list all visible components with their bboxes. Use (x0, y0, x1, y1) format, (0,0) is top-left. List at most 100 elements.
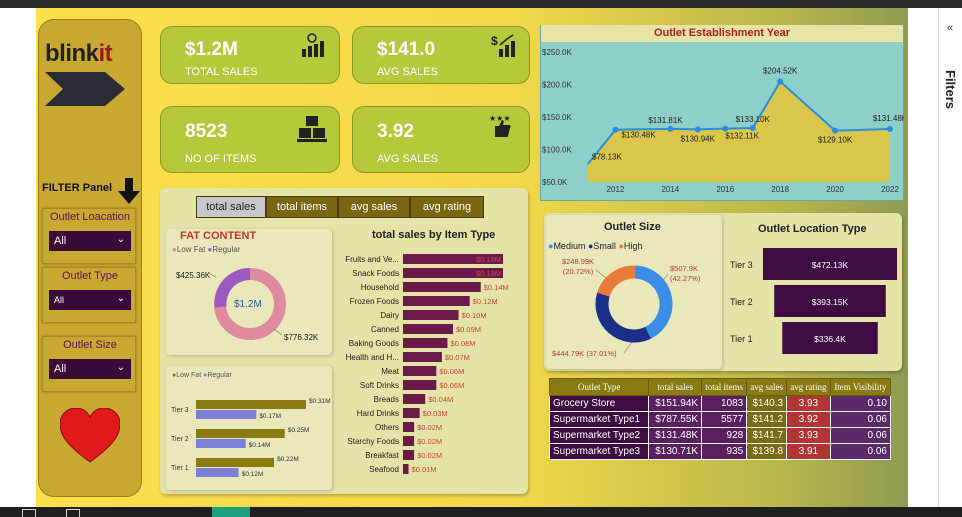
item-type-tick-label: Frozen Foods (350, 297, 399, 306)
year-data-point (887, 126, 893, 133)
tier-bar-low-fat (196, 429, 285, 438)
item-type-data-label: $0.08M (450, 339, 475, 348)
item-type-tick-label: Snack Foods (352, 269, 399, 278)
donut-slice-regular (221, 268, 251, 290)
year-data-label: $204.52K (763, 67, 798, 76)
double-chevron-left-icon[interactable]: « (947, 22, 953, 34)
item-type-bar (403, 338, 448, 348)
dollar-growth-icon: $ (491, 34, 515, 57)
table-row: Grocery Store $151.94K 1083 $140.3 3.93 … (548, 395, 892, 412)
col-avg-rating[interactable]: avg rating (786, 378, 831, 396)
svg-text:★★★: ★★★ (489, 114, 511, 123)
tab-avg-sales[interactable]: avg sales (338, 196, 410, 218)
outlet-size-donut: $248.99K(20.72%) $507.9K(42.27%) $444.79K … (552, 257, 701, 358)
outlet-size-label-medium: $507.9K (670, 264, 698, 273)
kpi-avg-sales: $141.0 AVG SALES $ (352, 26, 530, 84)
slicer-outlet-size-dropdown[interactable]: All ⌄ (49, 359, 131, 379)
location-data-label: $393.15K (812, 297, 849, 307)
slicer-outlet-type-dropdown[interactable]: All ⌄ (49, 290, 131, 310)
chevron-down-icon: ⌄ (116, 293, 125, 304)
outlet-size-label-high: $248.99K (562, 257, 594, 266)
item-type-bar (403, 366, 437, 376)
location-tick-label: Tier 3 (730, 260, 753, 270)
item-type-tick-label: Soft Drinks (360, 381, 399, 390)
tier-tick-label: Tier 3 (171, 407, 189, 414)
tab-avg-rating[interactable]: avg rating (410, 196, 484, 218)
heart-icon (60, 408, 120, 463)
year-y-tick-label: $50.0K (542, 178, 568, 187)
item-type-tick-label: Fruits and Ve... (345, 255, 399, 264)
item-type-bar (403, 296, 470, 306)
col-total-sales[interactable]: total sales (648, 378, 703, 396)
boxes-icon (297, 116, 327, 142)
chevron-arrow-icon (45, 72, 125, 106)
year-data-label: $130.94K (681, 134, 716, 143)
item-type-data-label: $0.02M (417, 451, 442, 460)
chevron-down-icon: ⌄ (116, 362, 125, 373)
tab-total-sales[interactable]: total sales (196, 196, 266, 218)
tier-regular-label: $0.12M (242, 471, 264, 478)
establishment-year-title: Outlet Establishment Year (653, 27, 791, 39)
slicer-outlet-location-dropdown[interactable]: All ⌄ (49, 231, 131, 251)
tier-bar-regular (196, 410, 257, 419)
item-type-data-label: $0.12M (473, 297, 498, 306)
page-nav-icon[interactable] (66, 509, 80, 517)
page-tab[interactable] (212, 507, 250, 517)
chevron-down-icon: ⌄ (116, 234, 125, 245)
outlet-size-slice-high (597, 265, 636, 297)
outlet-size-legend: ●Medium ●Small ●High (548, 241, 643, 251)
page-nav-icon[interactable] (22, 509, 36, 517)
location-data-label: $472.13K (812, 260, 849, 270)
year-data-label: $132.11K (725, 132, 759, 141)
item-type-bar (403, 450, 415, 460)
kpi-total-sales: $1.2M TOTAL SALES (160, 26, 340, 84)
item-type-bar (403, 436, 415, 446)
col-outlet-type[interactable]: Outlet Type (548, 378, 650, 396)
filters-pane[interactable]: « Filters (938, 8, 962, 507)
item-type-tick-label: Starchy Foods (347, 437, 399, 446)
item-type-data-label: $0.07M (445, 353, 470, 362)
item-type-bar (403, 282, 481, 292)
tier-low-fat-label: $0.22M (277, 456, 299, 463)
col-item-visibility[interactable]: Item Visibility (829, 378, 892, 396)
outlet-size-label-high: (20.72%) (563, 267, 594, 276)
outlet-size-title: Outlet Size (604, 221, 661, 233)
item-type-data-label: $0.09M (456, 325, 481, 334)
item-type-tick-label: Household (361, 283, 399, 292)
col-total-items[interactable]: total items (701, 378, 748, 396)
window-top-bar (0, 0, 962, 8)
year-data-label: $129.10K (818, 136, 853, 145)
item-type-bar (403, 422, 415, 432)
tier-tick-label: Tier 1 (171, 465, 189, 472)
slicer-outlet-type: Outlet Type All ⌄ (42, 267, 136, 323)
item-type-data-label: $0.06M (439, 381, 464, 390)
item-type-bar (403, 310, 459, 320)
tier-low-fat-label: $0.25M (288, 427, 310, 434)
tier-tick-label: Tier 2 (171, 436, 189, 443)
item-type-tick-label: Dairy (380, 311, 399, 320)
item-type-tick-label: Others (375, 423, 399, 432)
fat-by-tier-chart: Tier 3 $0.31M $0.17M Tier 2 $0.25M $0.14M Tier… (171, 398, 331, 478)
item-type-bar (403, 394, 426, 404)
year-data-point (612, 126, 619, 133)
tier-regular-label: $0.14M (249, 442, 271, 449)
year-y-tick-label: $200.0K (542, 81, 572, 90)
item-type-bar (403, 352, 442, 362)
item-type-data-label: $0.01M (412, 465, 437, 474)
item-type-tick-label: Breakfast (365, 451, 400, 460)
year-data-point (777, 78, 784, 85)
year-data-label: $133.10K (736, 115, 771, 124)
slicer-outlet-location: Outlet Loacation All ⌄ (42, 208, 136, 264)
year-x-tick-label: 2022 (881, 185, 899, 194)
fat-content-center-value: $1.2M (234, 299, 262, 310)
year-y-tick-label: $150.0K (542, 113, 572, 122)
item-type-data-label: $0.18M (476, 269, 501, 278)
tier-bar-low-fat (196, 458, 275, 467)
tab-total-items[interactable]: total items (266, 196, 338, 218)
filter-panel-title: FILTER Panel (42, 182, 113, 194)
blinkit-logo: blinkit (45, 40, 113, 67)
item-type-bar (403, 380, 437, 390)
col-avg-sales[interactable]: avg sales (746, 378, 788, 396)
item-type-bar-chart: Fruits and Ve... $0.18M Snack Foods $0.18M H… (345, 254, 509, 474)
tier-regular-label: $0.17M (259, 413, 281, 420)
